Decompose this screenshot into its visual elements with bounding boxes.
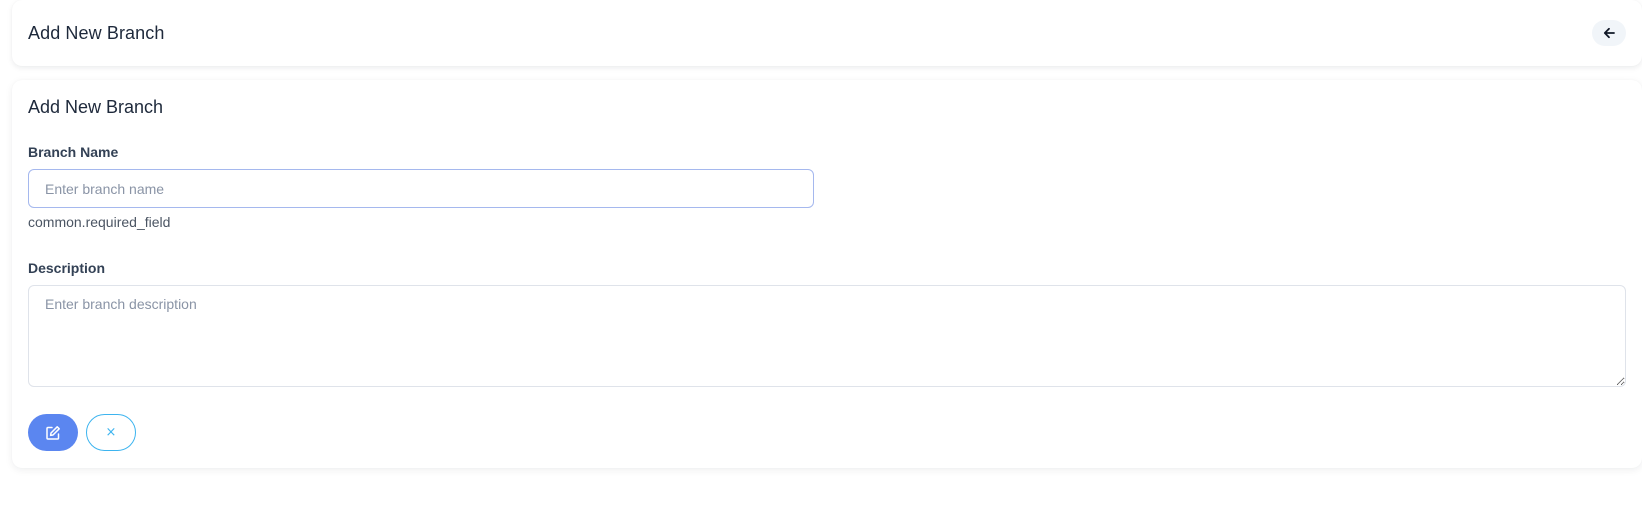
- page-title: Add New Branch: [28, 22, 165, 43]
- description-label: Description: [28, 260, 106, 276]
- cancel-button[interactable]: ×: [86, 414, 136, 451]
- form-actions: ×: [28, 414, 1626, 451]
- branch-form: Add New Branch Branch Name common.requir…: [12, 80, 1642, 468]
- edit-icon: [46, 425, 60, 440]
- close-icon: ×: [105, 425, 117, 440]
- description-textarea[interactable]: [28, 285, 1626, 387]
- branch-name-helper: common.required_field: [28, 214, 171, 230]
- branch-name-label: Branch Name: [28, 144, 119, 160]
- page-header: Add New Branch: [12, 0, 1642, 66]
- save-button[interactable]: [28, 414, 78, 451]
- arrow-left-icon: [1603, 27, 1615, 39]
- page: Add New Branch Add New Branch Branch Nam…: [0, 0, 1642, 510]
- back-button[interactable]: [1592, 20, 1626, 46]
- branch-name-input[interactable]: [28, 169, 814, 208]
- form-title: Add New Branch: [28, 97, 164, 117]
